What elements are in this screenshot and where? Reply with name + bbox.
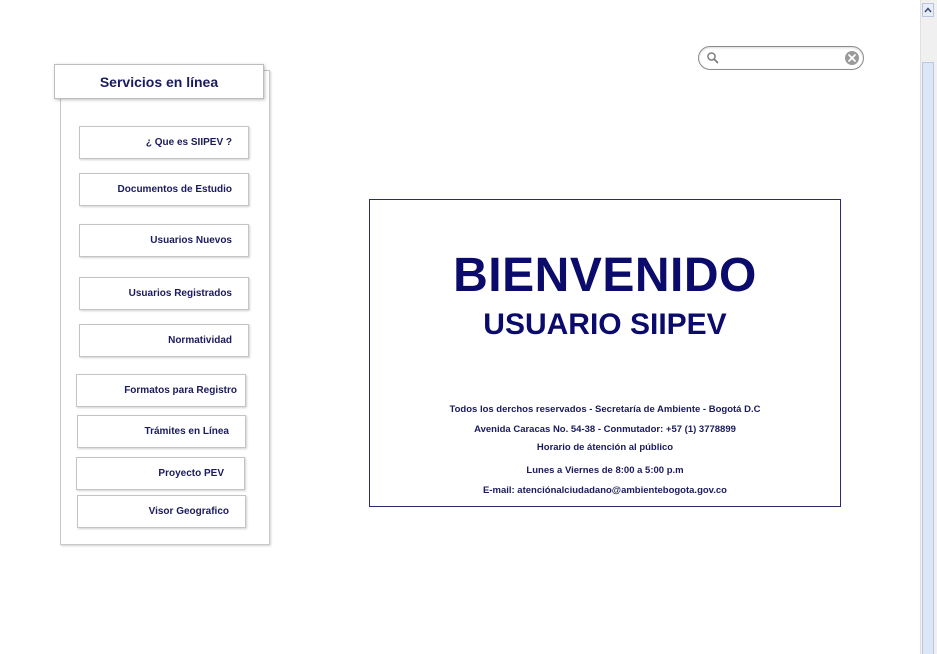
welcome-subtitle: USUARIO SIIPEV <box>483 308 727 341</box>
copyright-text: Todos los derchos reservados - Secretarí… <box>449 404 761 415</box>
scroll-up-button[interactable] <box>922 3 934 17</box>
chevron-up-icon <box>924 7 932 13</box>
nav-visor-geografico-button[interactable]: Visor Geografico <box>77 495 246 528</box>
nav-tramites-linea-button[interactable]: Trámites en Línea <box>77 415 246 448</box>
nav-normatividad-button[interactable]: Normatividad <box>79 324 249 357</box>
hours-heading: Horario de átención al público <box>536 442 674 453</box>
hours-text: Lunes a Viernes de 8:00 a 5:00 p.m <box>526 465 684 476</box>
nav-formatos-registro-button[interactable]: Formatos para Registro <box>76 374 246 407</box>
email-text: E-mail: atenciónalciudadano@ambientebogo… <box>483 485 727 496</box>
nav-documentos-estudio-button[interactable]: Documentos de Estudio <box>79 173 249 206</box>
nav-que-es-siipev-button[interactable]: ¿ Que es SIIPEV ? <box>79 126 249 159</box>
scrollbar-thumb[interactable] <box>922 62 934 654</box>
address-text: Avenida Caracas No. 54-38 - Conmutador: … <box>474 424 736 435</box>
welcome-box: BIENVENIDO USUARIO SIIPEV Todos los derc… <box>369 199 841 507</box>
welcome-title: BIENVENIDO <box>453 249 757 302</box>
services-panel-title: Servicios en línea <box>54 64 264 99</box>
clear-search-icon[interactable] <box>844 50 860 66</box>
nav-usuarios-registrados-button[interactable]: Usuarios Registrados <box>79 277 249 310</box>
nav-proyecto-pev-button[interactable]: Proyecto PEV <box>76 457 245 490</box>
search-box[interactable] <box>698 46 864 70</box>
search-input[interactable] <box>723 50 843 66</box>
nav-usuarios-nuevos-button[interactable]: Usuarios Nuevos <box>79 224 249 257</box>
search-icon <box>707 52 719 64</box>
